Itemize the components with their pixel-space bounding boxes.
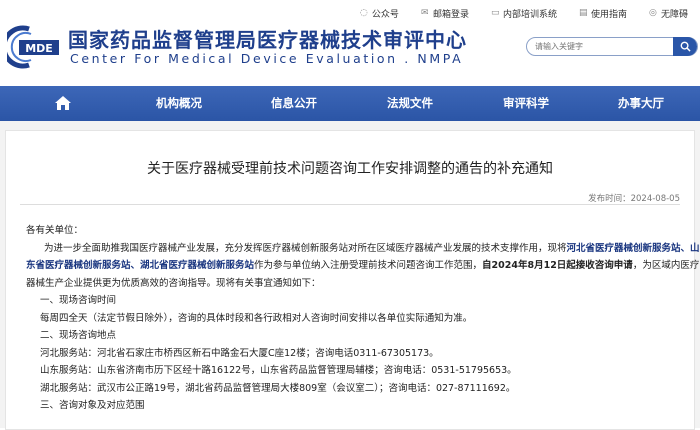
nav-item-science[interactable]: 审评科学 — [503, 86, 549, 121]
article-body: 各有关单位： 为进一步全面助推我国医疗器械产业发展，充分发挥医疗器械创新服务站对… — [26, 222, 700, 415]
search-icon — [680, 41, 691, 52]
section-1-text: 每周四全天（法定节假日除外），咨询的具体时段和各行政相对人咨询时间安排以各单位实… — [40, 312, 473, 324]
toplink-mail[interactable]: ✉ 邮箱登录 — [399, 7, 469, 21]
salutation: 各有关单位： — [26, 225, 84, 236]
logo-text: MDE — [25, 42, 53, 55]
nav-item-services[interactable]: 办事大厅 — [618, 86, 664, 121]
guide-icon: ▤ — [578, 8, 588, 18]
top-links: ◌ 公众号 ✉ 邮箱登录 ▭ 内部培训系统 ▤ 使用指南 ◎ 无障碍 — [338, 7, 688, 21]
search-input[interactable] — [535, 39, 675, 54]
site-header: ◌ 公众号 ✉ 邮箱登录 ▭ 内部培训系统 ▤ 使用指南 ◎ 无障碍 MDE 国家药品监督… — [0, 0, 700, 86]
main-nav: 机构概况 信息公开 法规文件 审评科学 办事大厅 — [0, 86, 700, 121]
toplink-wechat[interactable]: ◌ 公众号 — [338, 7, 399, 21]
location-hubei: 湖北服务站：武汉市公正路19号，湖北省药品监督管理局大楼809室（会议室二）；咨… — [40, 382, 516, 394]
toplink-accessibility[interactable]: ◎ 无障碍 — [627, 7, 688, 21]
wechat-icon: ◌ — [359, 8, 368, 18]
toplink-guide[interactable]: ▤ 使用指南 — [557, 7, 627, 21]
mail-icon: ✉ — [420, 8, 429, 18]
paragraph-1-line-3: 器械生产企业提供更为优质高效的咨询指导。现将有关事宜通知如下： — [26, 277, 321, 289]
search-button[interactable] — [673, 37, 697, 56]
training-icon: ▭ — [490, 8, 500, 18]
paragraph-1-line-2: 东省医疗器械创新服务站、湖北省医疗器械创新服务站作为参与单位纳入注册受理前技术问… — [26, 260, 700, 271]
nav-item-info[interactable]: 信息公开 — [271, 86, 317, 121]
home-icon[interactable] — [54, 95, 72, 111]
publish-date: 发布时间：2024-08-05 — [588, 194, 680, 204]
location-shandong: 山东服务站：山东省济南市历下区经十路16122号，山东省药品监督管理局辅楼；咨询… — [40, 365, 517, 376]
article-title: 关于医疗器械受理前技术问题咨询工作安排调整的通告的补充通知 — [147, 161, 553, 177]
site-title-en: Center For Medical Device Evaluation . N… — [70, 51, 464, 66]
toplink-training[interactable]: ▭ 内部培训系统 — [469, 7, 557, 21]
accessibility-icon: ◎ — [648, 8, 657, 18]
section-1-heading: 一、现场咨询时间 — [40, 295, 117, 306]
section-2-heading: 二、现场咨询地点 — [40, 330, 117, 341]
nav-item-regulations[interactable]: 法规文件 — [387, 86, 433, 121]
paragraph-1-line-1: 为进一步全面助推我国医疗器械产业发展，充分发挥医疗器械创新服务站对所在区域医疗器… — [44, 242, 700, 254]
mde-logo[interactable]: MDE — [7, 25, 61, 69]
nav-item-about[interactable]: 机构概况 — [156, 86, 202, 121]
site-title-cn: 国家药品监督管理局医疗器械技术审评中心 — [68, 28, 467, 52]
title-divider — [20, 204, 680, 205]
location-hebei: 河北服务站：河北省石家庄市桥西区新石中路金石大厦C座12楼；咨询电话0311-6… — [40, 347, 439, 359]
search-box — [526, 37, 698, 56]
section-3-heading: 三、咨询对象及对应范围 — [40, 400, 145, 411]
